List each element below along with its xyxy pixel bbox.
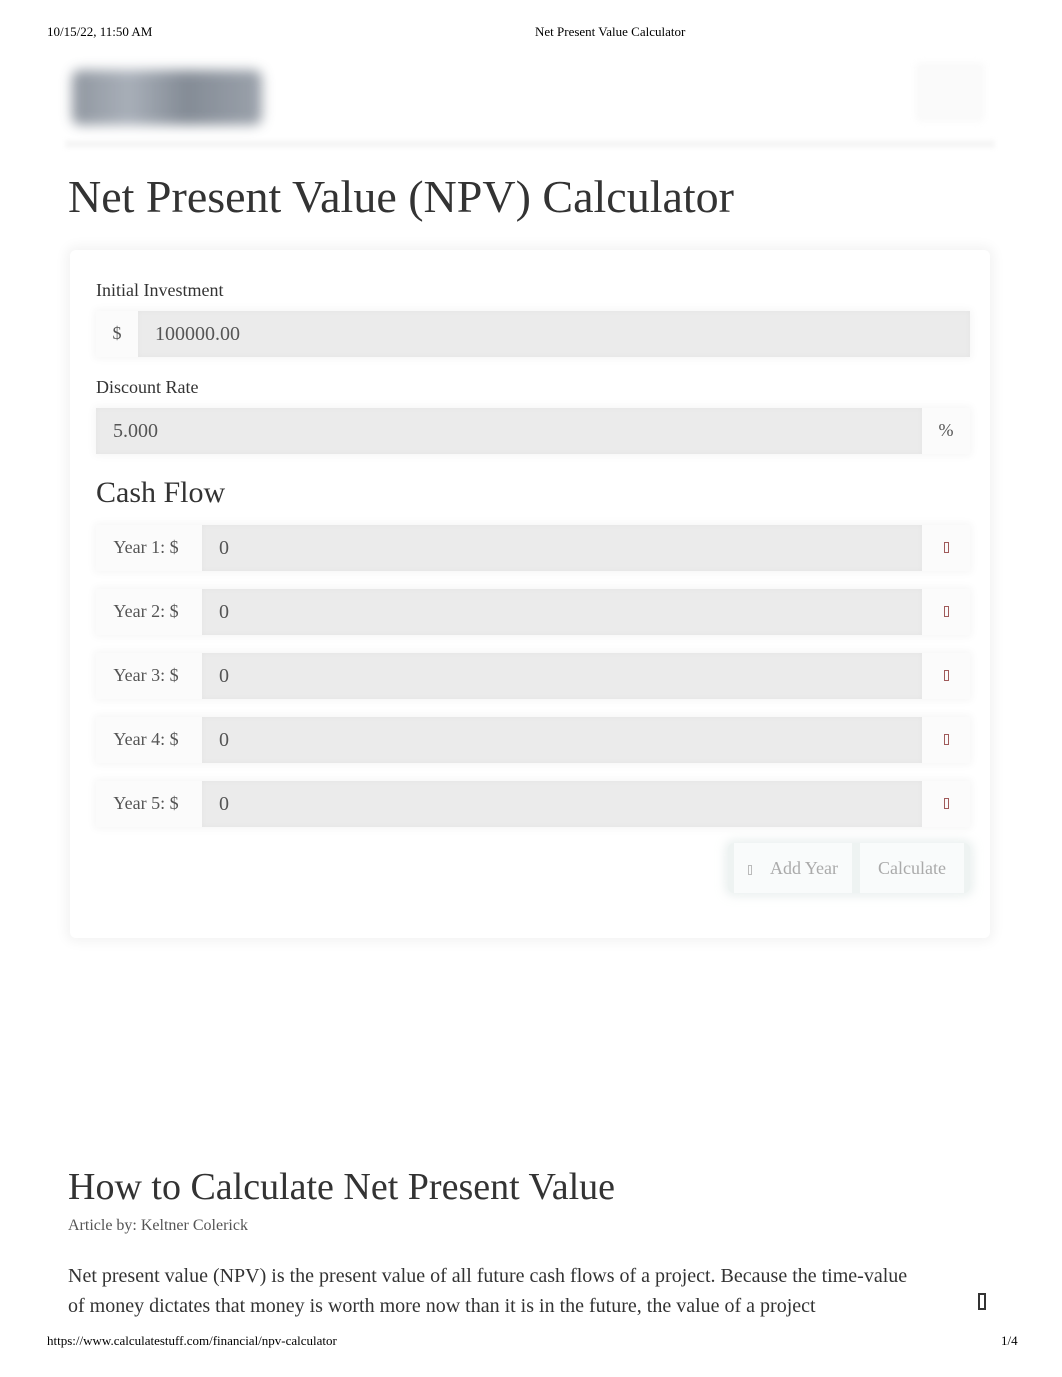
scroll-to-top-icon[interactable] xyxy=(978,1293,986,1310)
article-title: How to Calculate Net Present Value xyxy=(68,1166,615,1208)
remove-year-button[interactable] xyxy=(922,525,970,571)
dollar-prefix: $ xyxy=(112,323,122,343)
cash-flow-row: Year 4: $ xyxy=(96,717,970,763)
header-divider xyxy=(65,140,995,148)
cash-flow-year-label: Year 2: $ xyxy=(113,601,179,621)
cash-flow-input[interactable] xyxy=(202,781,922,827)
cash-flow-input[interactable] xyxy=(202,717,922,763)
cash-flow-row: Year 5: $ xyxy=(96,781,970,827)
add-year-label: Add Year xyxy=(769,858,838,878)
remove-year-button[interactable] xyxy=(922,653,970,699)
trash-icon xyxy=(943,734,949,745)
initial-investment-label: Initial Investment xyxy=(96,280,224,300)
discount-rate-input[interactable] xyxy=(96,408,922,454)
initial-investment-group: $ xyxy=(96,311,970,357)
print-url: https://www.calculatestuff.com/financial… xyxy=(47,1333,337,1348)
discount-rate-group: % xyxy=(96,408,970,454)
percent-suffix: % xyxy=(938,420,954,440)
cash-flow-year-label: Year 1: $ xyxy=(113,537,179,557)
print-datetime: 10/15/22, 11:50 AM xyxy=(47,24,153,39)
cash-flow-year-label: Year 5: $ xyxy=(113,793,179,813)
menu-icon[interactable] xyxy=(915,62,985,122)
print-page-number: 1/4 xyxy=(1001,1333,1018,1348)
trash-icon xyxy=(943,542,949,553)
add-year-button[interactable]: Add Year xyxy=(734,843,852,893)
trash-icon xyxy=(943,606,949,617)
print-title: Net Present Value Calculator xyxy=(535,24,686,39)
cash-flow-input[interactable] xyxy=(202,589,922,635)
remove-year-button[interactable] xyxy=(922,589,970,635)
cash-flow-input[interactable] xyxy=(202,525,922,571)
trash-icon xyxy=(943,670,949,681)
cash-flow-row: Year 2: $ xyxy=(96,589,970,635)
cash-flow-row: Year 3: $ xyxy=(96,653,970,699)
page-title: Net Present Value (NPV) Calculator xyxy=(68,171,734,222)
trash-icon xyxy=(943,798,949,809)
cash-flow-row: Year 1: $ xyxy=(96,525,970,571)
action-buttons: Add Year Calculate xyxy=(728,843,970,893)
cash-flow-year-label: Year 4: $ xyxy=(113,729,179,749)
article-byline: Article by: Keltner Colerick xyxy=(68,1217,248,1234)
remove-year-button[interactable] xyxy=(922,717,970,763)
plus-icon xyxy=(747,864,752,875)
site-logo[interactable] xyxy=(72,70,262,125)
article-paragraph: Net present value (NPV) is the present v… xyxy=(68,1265,908,1317)
initial-investment-input[interactable] xyxy=(138,311,970,357)
calculate-button[interactable]: Calculate xyxy=(860,843,964,893)
discount-rate-label: Discount Rate xyxy=(96,377,199,397)
cash-flow-year-label: Year 3: $ xyxy=(113,665,179,685)
cash-flow-title: Cash Flow xyxy=(96,476,226,509)
remove-year-button[interactable] xyxy=(922,781,970,827)
cash-flow-input[interactable] xyxy=(202,653,922,699)
